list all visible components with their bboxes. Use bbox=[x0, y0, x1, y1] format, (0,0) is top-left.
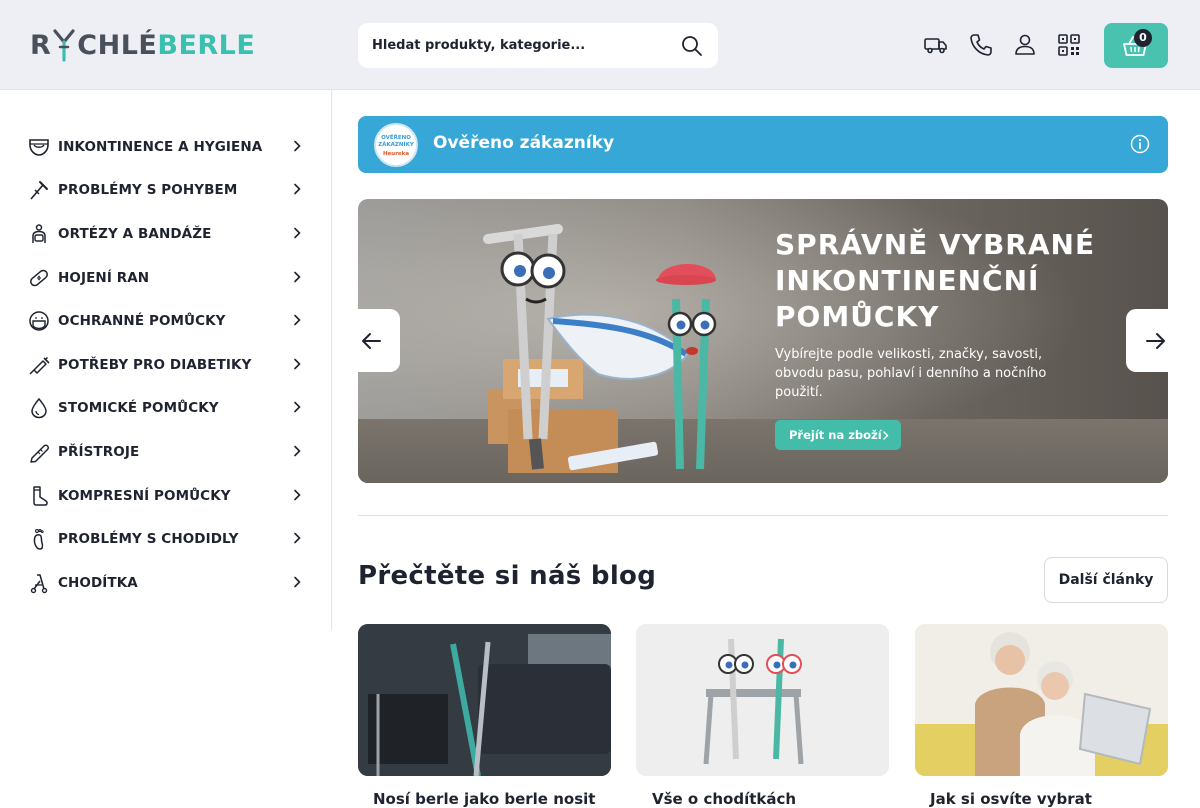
orthosis-icon bbox=[32, 224, 46, 243]
blog-card-image[interactable] bbox=[636, 624, 889, 776]
banner-illustration-crutch-characters bbox=[483, 224, 717, 473]
foot-icon bbox=[33, 529, 44, 550]
logo-letter-r: R bbox=[30, 29, 52, 61]
chevron-right-icon bbox=[294, 532, 301, 544]
category-sidebar: INKONTINENCE A HYGIENA PROBLÉMY S POHYBE… bbox=[0, 90, 332, 630]
logo-crutch-icon bbox=[51, 28, 77, 62]
chevron-right-icon bbox=[294, 183, 301, 195]
truck-icon[interactable] bbox=[923, 32, 949, 58]
cart-count-badge: 0 bbox=[1134, 29, 1152, 47]
blog-card-title[interactable]: Vše o chodítkách bbox=[652, 790, 796, 808]
sidebar-item-label: PROBLÉMY S POHYBEM bbox=[58, 182, 238, 198]
blog-image-seniors-laptop bbox=[915, 624, 1168, 776]
sidebar-item-pristroje[interactable]: PŘÍSTROJE bbox=[28, 437, 318, 467]
crutch-icon bbox=[30, 181, 48, 200]
info-icon[interactable] bbox=[1130, 134, 1150, 154]
sidebar-item-diabetici[interactable]: POTŘEBY PRO DIABETIKY bbox=[28, 350, 318, 380]
arrow-right-icon bbox=[1146, 333, 1165, 349]
banner-title: SPRÁVNĚ VYBRANÉ INKONTINENČNÍ POMŮCKY bbox=[775, 228, 1096, 333]
chevron-right-icon bbox=[294, 140, 301, 152]
sidebar-item-label: INKONTINENCE A HYGIENA bbox=[58, 139, 263, 155]
drop-icon bbox=[31, 397, 47, 419]
logo-text-rychle: CHLÉ bbox=[77, 29, 158, 61]
banner-cta-button[interactable]: Přejít na zboží bbox=[775, 420, 901, 450]
cart-button[interactable]: 0 bbox=[1104, 23, 1168, 68]
sidebar-item-label: HOJENÍ RAN bbox=[58, 270, 150, 286]
blog-card-image[interactable] bbox=[358, 624, 611, 776]
sidebar-item-label: STOMICKÉ POMŮCKY bbox=[58, 400, 219, 416]
logo[interactable]: R CHLÉ BERLE bbox=[30, 27, 255, 63]
bandage-icon bbox=[30, 269, 48, 287]
banner-cta-label: Přejít na zboží bbox=[789, 428, 882, 442]
seal-text-line1: OVĚŘENO bbox=[381, 135, 411, 141]
chevron-right-icon bbox=[294, 401, 301, 413]
site-header: R CHLÉ BERLE Hledat produkty, kategorie.… bbox=[0, 0, 1200, 90]
carousel-prev-button[interactable] bbox=[358, 309, 400, 372]
blog-card-title[interactable]: Nosí berle jako berle nosit bbox=[373, 790, 595, 808]
verified-text: Ověřeno zákazníky bbox=[433, 133, 615, 153]
sidebar-item-stomicke[interactable]: STOMICKÉ POMŮCKY bbox=[28, 393, 318, 423]
sidebar-item-label: CHODÍTKA bbox=[58, 575, 138, 591]
blog-image-crutches bbox=[358, 624, 611, 776]
blog-card-image[interactable] bbox=[915, 624, 1168, 776]
sidebar-item-label: PROBLÉMY S CHODIDLY bbox=[58, 531, 239, 547]
search-icon[interactable] bbox=[680, 34, 704, 58]
sidebar-item-ortezy[interactable]: ORTÉZY A BANDÁŽE bbox=[28, 219, 318, 249]
sidebar-item-pohyb[interactable]: PROBLÉMY S POHYBEM bbox=[28, 175, 318, 205]
search-box bbox=[358, 23, 718, 68]
sidebar-item-label: POTŘEBY PRO DIABETIKY bbox=[58, 357, 252, 373]
chevron-right-icon bbox=[294, 227, 301, 239]
chevron-right-icon bbox=[294, 489, 301, 501]
chevron-right-icon bbox=[294, 314, 301, 326]
sock-icon bbox=[33, 486, 48, 506]
chevron-right-icon bbox=[294, 358, 301, 370]
qr-code-icon[interactable] bbox=[1056, 32, 1082, 58]
sidebar-item-hojeni-ran[interactable]: HOJENÍ RAN bbox=[28, 263, 318, 293]
syringe-icon bbox=[29, 356, 50, 375]
phone-icon[interactable] bbox=[968, 32, 994, 58]
thermometer-icon bbox=[30, 444, 49, 463]
sidebar-item-label: KOMPRESNÍ POMŮCKY bbox=[58, 488, 231, 504]
arrow-left-icon bbox=[362, 333, 381, 349]
sidebar-item-label: OCHRANNÉ POMŮCKY bbox=[58, 313, 226, 329]
sidebar-item-choditka[interactable]: CHODÍTKA bbox=[28, 568, 318, 598]
user-icon[interactable] bbox=[1012, 32, 1038, 58]
carousel-next-button[interactable] bbox=[1126, 309, 1168, 372]
blog-card-title[interactable]: Jak si osvíte vybrat bbox=[930, 790, 1092, 808]
chevron-right-icon bbox=[883, 431, 889, 440]
chevron-right-icon bbox=[294, 445, 301, 457]
section-divider bbox=[358, 515, 1168, 516]
verified-by-customers-bar[interactable]: OVĚŘENO ZÁKAZNÍKY Heureka Ověřeno zákazn… bbox=[358, 116, 1168, 173]
logo-text-berle: BERLE bbox=[157, 29, 256, 61]
seal-text-line2: ZÁKAZNÍKY bbox=[378, 142, 414, 148]
more-articles-button[interactable]: Další články bbox=[1044, 557, 1168, 603]
chevron-right-icon bbox=[294, 576, 301, 588]
diaper-icon bbox=[29, 139, 49, 156]
chevron-right-icon bbox=[294, 271, 301, 283]
banner-description: Vybírejte podle velikosti, značky, savos… bbox=[775, 347, 1047, 400]
blog-section-title: Přečtěte si náš blog bbox=[358, 561, 657, 591]
sidebar-item-chodidla[interactable]: PROBLÉMY S CHODIDLY bbox=[28, 524, 318, 554]
search-input[interactable] bbox=[358, 23, 658, 68]
walker-icon bbox=[30, 574, 48, 594]
hero-banner: SPRÁVNĚ VYBRANÉ INKONTINENČNÍ POMŮCKY Vy… bbox=[358, 199, 1168, 483]
seal-text-brand: Heureka bbox=[382, 151, 410, 157]
sidebar-item-ochranne[interactable]: OCHRANNÉ POMŮCKY bbox=[28, 306, 318, 336]
blog-image-walker-characters bbox=[636, 624, 889, 776]
sidebar-item-inkontinence[interactable]: INKONTINENCE A HYGIENA bbox=[28, 132, 318, 162]
sidebar-item-label: PŘÍSTROJE bbox=[58, 444, 140, 460]
sidebar-item-label: ORTÉZY A BANDÁŽE bbox=[58, 226, 212, 242]
face-mask-icon bbox=[29, 311, 49, 331]
heureka-seal: OVĚŘENO ZÁKAZNÍKY Heureka bbox=[374, 123, 418, 167]
sidebar-item-kompresni[interactable]: KOMPRESNÍ POMŮCKY bbox=[28, 481, 318, 511]
